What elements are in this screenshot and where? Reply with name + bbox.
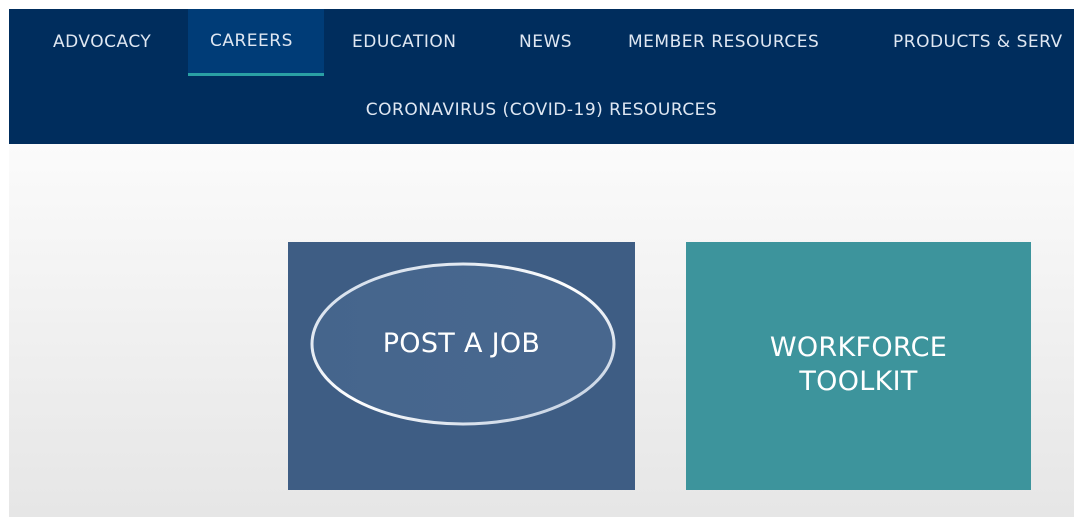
main-navigation: ADVOCACY CAREERS EDUCATION NEWS MEMBER R… bbox=[9, 9, 1074, 144]
nav-item-careers[interactable]: CAREERS bbox=[188, 9, 324, 76]
nav-item-advocacy[interactable]: ADVOCACY bbox=[31, 9, 173, 76]
nav-item-member-resources[interactable]: MEMBER RESOURCES bbox=[606, 9, 841, 76]
ellipse-outline-icon bbox=[310, 262, 616, 426]
nav-item-coronavirus-resources[interactable]: CORONAVIRUS (COVID-19) RESOURCES bbox=[366, 100, 717, 120]
workforce-toolkit-label: WORKFORCE TOOLKIT bbox=[769, 332, 948, 397]
nav-item-news[interactable]: NEWS bbox=[497, 9, 594, 76]
post-a-job-tile[interactable]: POST A JOB bbox=[288, 242, 635, 490]
nav-item-education[interactable]: EDUCATION bbox=[330, 9, 478, 76]
page-frame: ADVOCACY CAREERS EDUCATION NEWS MEMBER R… bbox=[9, 9, 1074, 517]
post-a-job-label: POST A JOB bbox=[382, 328, 541, 359]
main-content: POST A JOB WORKFORCE TOOLKIT bbox=[9, 144, 1074, 517]
nav-row-secondary: CORONAVIRUS (COVID-19) RESOURCES bbox=[9, 76, 1074, 144]
nav-item-products-services[interactable]: PRODUCTS & SERV bbox=[871, 9, 1074, 76]
workforce-toolkit-tile[interactable]: WORKFORCE TOOLKIT bbox=[686, 242, 1031, 490]
